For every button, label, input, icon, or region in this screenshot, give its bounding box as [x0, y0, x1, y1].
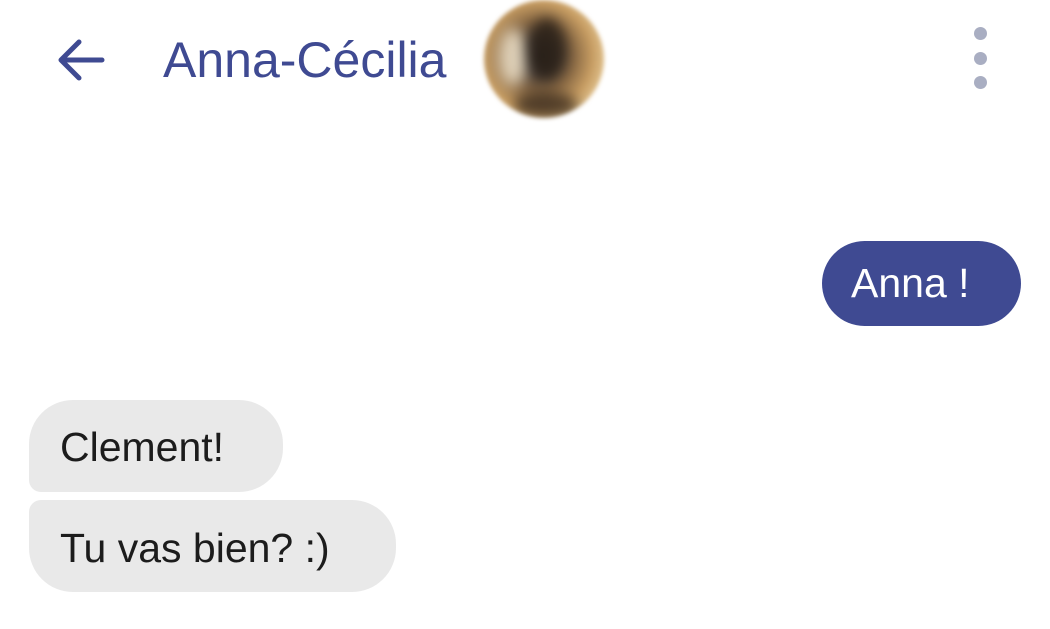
- conversation-header: Anna-Cécilia: [0, 0, 1050, 120]
- contact-name[interactable]: Anna-Cécilia: [163, 28, 446, 92]
- message-text: Clement!: [60, 424, 225, 470]
- message-text: Tu vas bien? :): [60, 525, 330, 571]
- more-options-button[interactable]: [958, 20, 1002, 96]
- arrow-left-icon: [58, 39, 105, 81]
- message-text: Anna !: [851, 260, 970, 306]
- avatar[interactable]: [484, 0, 604, 118]
- outgoing-message-bubble[interactable]: Anna !: [822, 241, 1021, 326]
- back-button[interactable]: [50, 28, 114, 92]
- incoming-message-bubble[interactable]: Clement!: [29, 400, 283, 492]
- incoming-message-bubble[interactable]: Tu vas bien? :): [29, 500, 396, 592]
